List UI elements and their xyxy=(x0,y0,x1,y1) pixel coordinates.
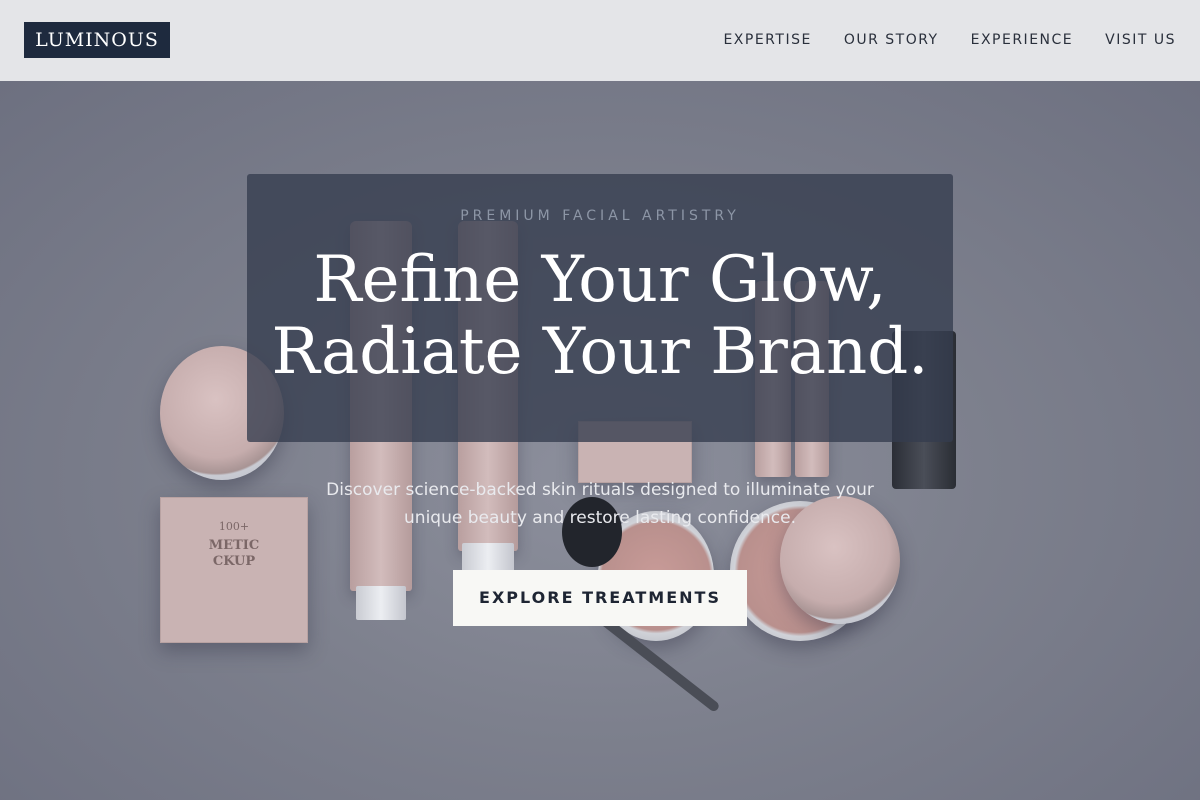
product-tube-2-cap xyxy=(462,543,514,573)
explore-treatments-button[interactable]: EXPLORE TREATMENTS xyxy=(453,570,747,626)
product-tube-1-cap xyxy=(356,586,406,620)
nav-link-expertise[interactable]: EXPERTISE xyxy=(723,31,811,49)
hero-headline: Refine Your Glow, Radiate Your Brand. xyxy=(0,244,1200,388)
nav-link-visit-us[interactable]: VISIT US xyxy=(1105,31,1176,49)
hero-headline-line-1: Refine Your Glow, xyxy=(313,243,887,317)
nav-link-our-story[interactable]: OUR STORY xyxy=(844,31,939,49)
nav-link-experience[interactable]: EXPERIENCE xyxy=(971,31,1074,49)
hero-subtext: Discover science-backed skin rituals des… xyxy=(326,480,874,528)
product-box-left: 100+ METIC CKUP xyxy=(160,497,308,643)
hero-headline-line-2: Radiate Your Brand. xyxy=(271,315,929,389)
hero-eyebrow: PREMIUM FACIAL ARTISTRY xyxy=(460,208,740,224)
site-header: LUMINOUS EXPERTISE OUR STORY EXPERIENCE … xyxy=(0,0,1200,81)
brand-logo[interactable]: LUMINOUS xyxy=(24,22,170,58)
main-nav: EXPERTISE OUR STORY EXPERIENCE VISIT US xyxy=(723,31,1176,49)
